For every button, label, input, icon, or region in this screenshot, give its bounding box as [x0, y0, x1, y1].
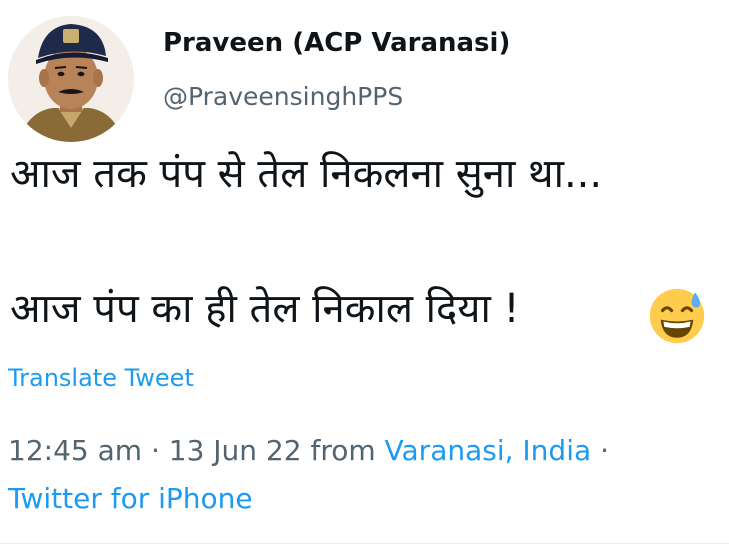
author-handle[interactable]: @PraveensinghPPS: [163, 82, 403, 111]
location-link[interactable]: Varanasi, India: [385, 434, 592, 467]
grinning-face-with-sweat-icon: [649, 288, 705, 344]
meta-separator-2: ·: [600, 434, 609, 467]
tweet-time[interactable]: 12:45 am: [8, 434, 142, 467]
tweet-card: Praveen (ACP Varanasi) @PraveensinghPPS …: [0, 0, 729, 550]
source-link[interactable]: Twitter for iPhone: [8, 482, 253, 515]
meta-separator: ·: [150, 434, 160, 467]
tweet-date[interactable]: 13 Jun 22: [169, 434, 302, 467]
from-label: from: [310, 434, 376, 467]
profile-photo-icon: [8, 16, 134, 142]
avatar[interactable]: [8, 16, 134, 142]
tweet-source-row: Twitter for iPhone: [8, 482, 253, 515]
translate-tweet-link[interactable]: Translate Tweet: [8, 364, 194, 392]
divider: [0, 543, 729, 544]
author-display-name[interactable]: Praveen (ACP Varanasi): [163, 28, 510, 58]
tweet-meta-row: 12:45 am · 13 Jun 22 from Varanasi, Indi…: [8, 434, 609, 467]
tweet-text-line-2: आज पंप का ही तेल निकाल दिया !: [10, 286, 520, 332]
tweet-text-line-1: आज तक पंप से तेल निकलना सुना था...: [10, 151, 603, 197]
